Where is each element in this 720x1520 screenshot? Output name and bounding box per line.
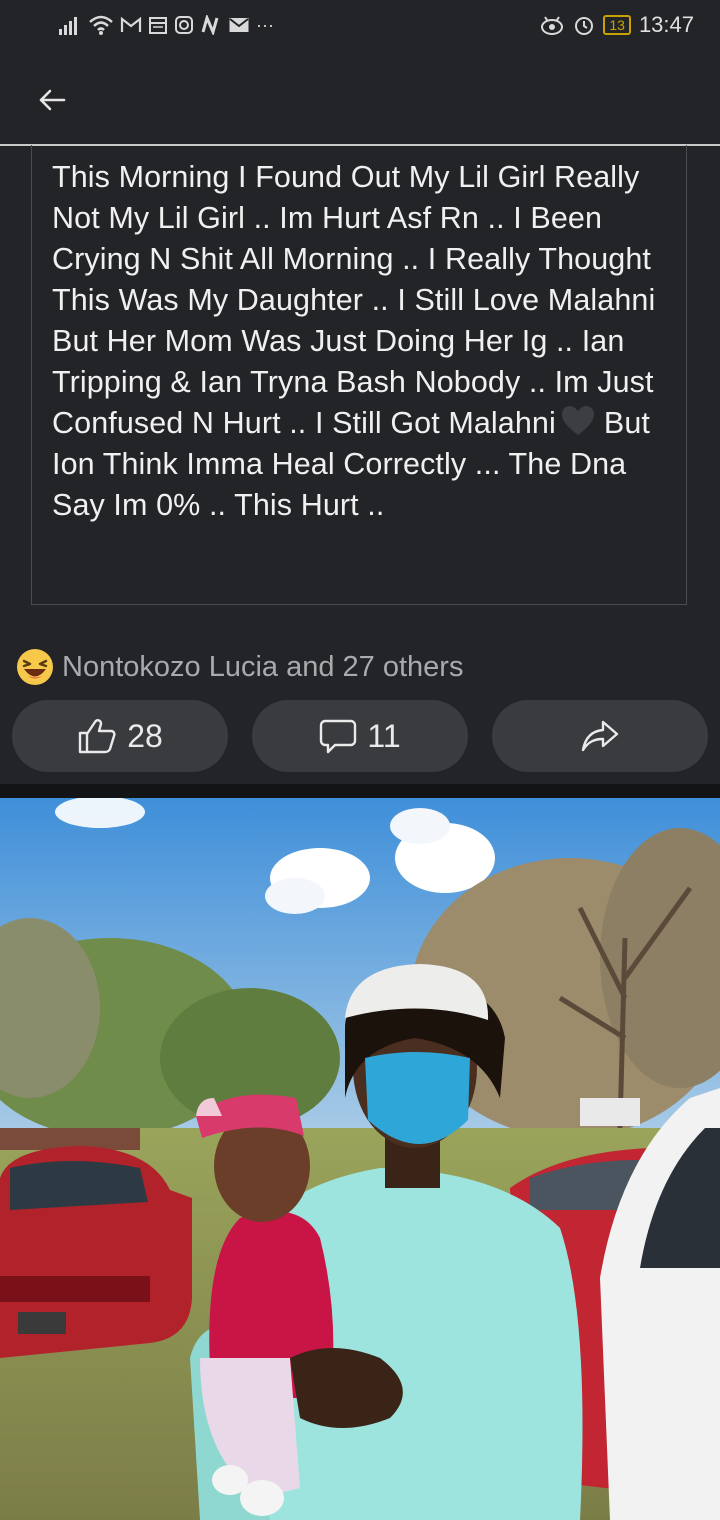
post-actions: 28 11 — [0, 700, 720, 772]
gmail-icon — [120, 16, 142, 32]
like-count: 28 — [127, 717, 163, 754]
status-icons-right: 13 13:47 — [539, 12, 694, 38]
thumbs-up-icon — [79, 719, 116, 754]
battery-indicator: 13 — [603, 15, 631, 35]
back-arrow-icon — [39, 89, 66, 111]
signal-icon — [59, 17, 77, 35]
wifi-icon — [89, 15, 113, 35]
app-bar — [0, 58, 720, 146]
post-text: This Morning I Found Out My Lil Girl Rea… — [52, 157, 672, 526]
black-heart-icon — [561, 406, 594, 435]
comment-count: 11 — [367, 717, 401, 754]
post-text-part-1: This Morning I Found Out My Lil Girl Rea… — [52, 160, 656, 440]
reactions-text: Nontokozo Lucia and 27 others — [62, 650, 464, 683]
status-icons-left: ··· — [58, 14, 274, 36]
calendar-icon — [149, 17, 167, 34]
alarm-icon — [575, 17, 594, 35]
photo-illustration — [0, 798, 720, 1520]
reactions-summary[interactable]: Nontokozo Lucia and 27 others — [16, 647, 463, 687]
back-button[interactable] — [30, 80, 74, 120]
more-notifications: ··· — [256, 15, 274, 35]
news-icon — [201, 15, 219, 35]
status-bar: ··· 13 13:47 — [0, 0, 720, 58]
instagram-icon — [175, 16, 193, 34]
post-photo[interactable] — [0, 798, 720, 1520]
laughing-face-icon — [17, 649, 53, 685]
comment-icon — [320, 719, 357, 754]
eye-comfort-icon — [541, 16, 564, 35]
like-button[interactable]: 28 — [12, 700, 228, 772]
divider — [0, 784, 720, 798]
share-icon — [581, 720, 619, 752]
post-text-box: This Morning I Found Out My Lil Girl Rea… — [31, 145, 687, 605]
mail-icon — [229, 18, 249, 32]
comment-button[interactable]: 11 — [252, 700, 468, 772]
status-time: 13:47 — [638, 12, 694, 37]
share-button[interactable] — [492, 700, 708, 772]
